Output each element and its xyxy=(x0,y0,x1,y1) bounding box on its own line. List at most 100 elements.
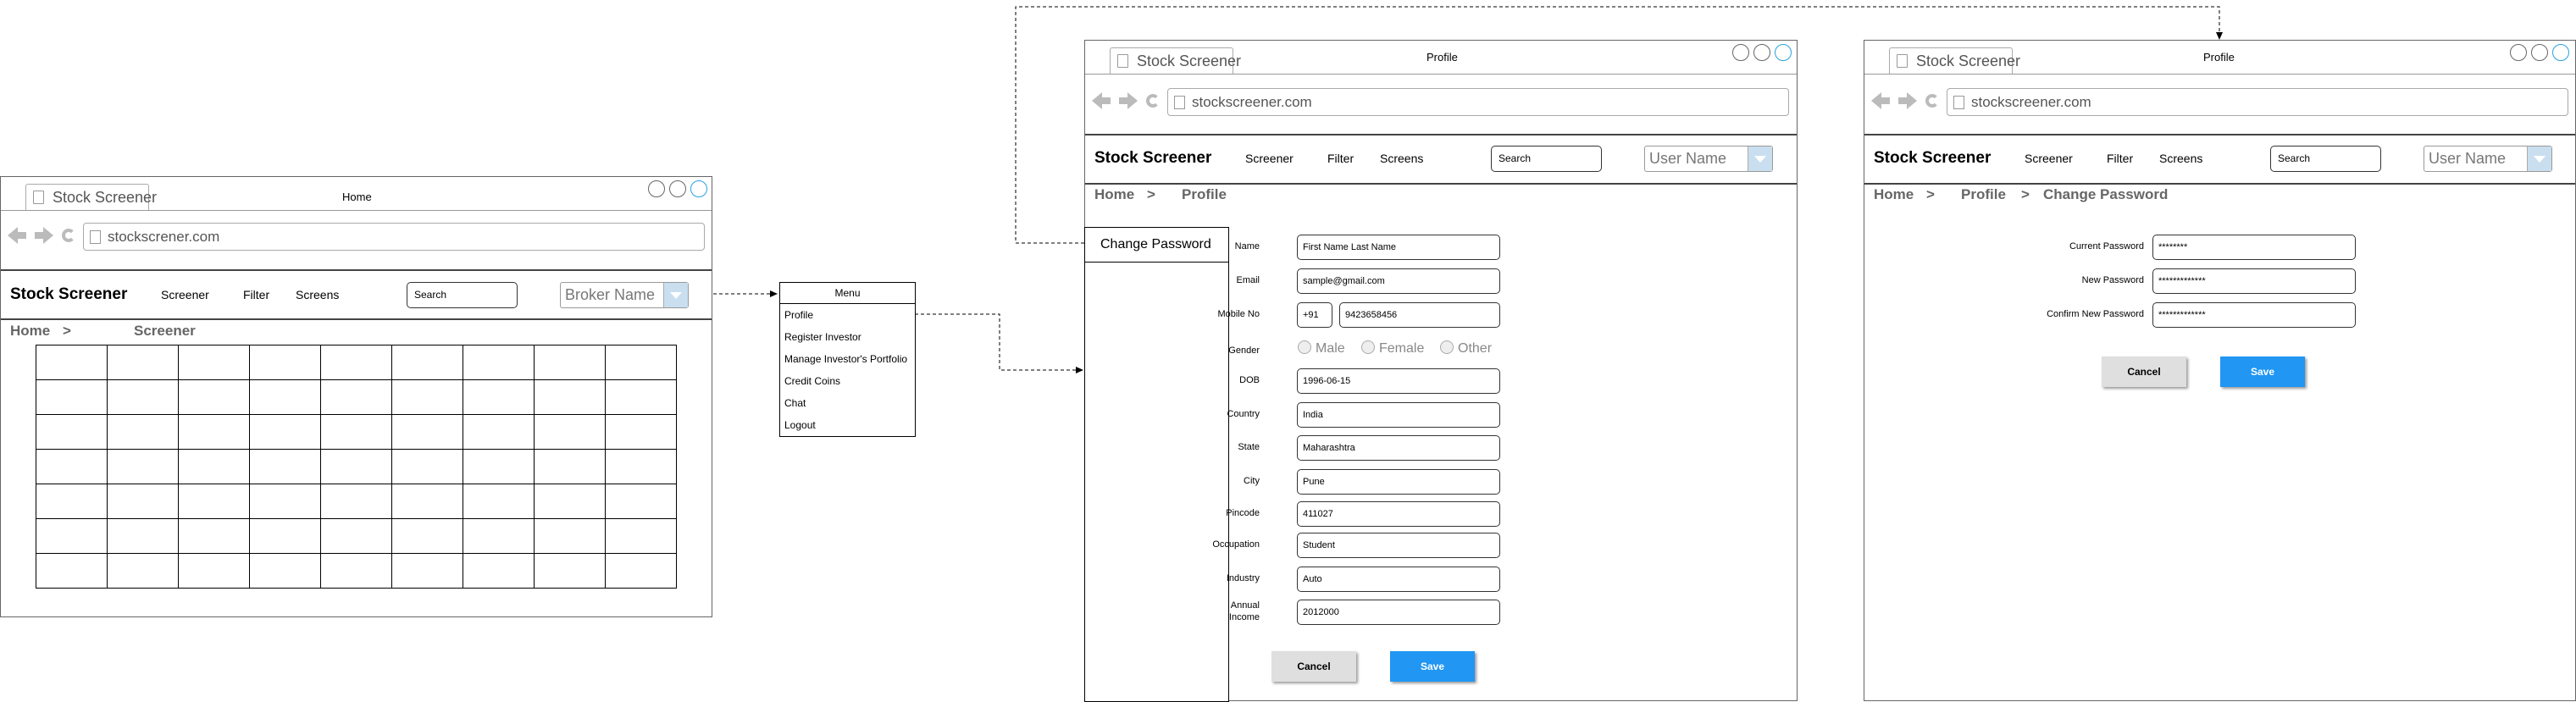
nav-screener[interactable]: Screener xyxy=(1245,152,1294,165)
page-icon xyxy=(1174,96,1185,109)
connector-menu-profile-to-profile-page xyxy=(915,313,1083,373)
table-row xyxy=(36,484,677,519)
document-icon xyxy=(1897,54,1908,68)
radio-label: Other xyxy=(1458,341,1493,356)
breadcrumb-screener[interactable]: Screener xyxy=(134,323,196,340)
broker-name-dropdown[interactable]: Broker Name xyxy=(560,282,689,308)
user-name-dropdown[interactable]: User Name xyxy=(1644,146,1773,172)
maximize-button[interactable] xyxy=(669,180,686,197)
forward-arrow-stem xyxy=(1898,97,1907,104)
email-field[interactable]: sample@gmail.com xyxy=(1297,268,1500,294)
navbar-divider xyxy=(1864,183,2575,185)
field-label-line2: Income xyxy=(1228,612,1260,622)
back-arrow-icon[interactable] xyxy=(8,227,18,244)
minimize-button[interactable] xyxy=(648,180,665,197)
tab-label: Stock Screener xyxy=(1916,53,2021,69)
new-password-field[interactable]: ************* xyxy=(2152,268,2356,294)
navbar-divider xyxy=(1085,183,1797,185)
annual-income-field[interactable]: 2012000 xyxy=(1297,600,1500,625)
current-password-field[interactable]: ******** xyxy=(2152,235,2356,260)
save-button[interactable]: Save xyxy=(2220,357,2305,387)
state-field[interactable]: Maharashtra xyxy=(1297,435,1500,461)
breadcrumb-profile[interactable]: Profile xyxy=(1182,186,1227,203)
tab-divider xyxy=(1085,74,1797,75)
search-input[interactable]: Search xyxy=(407,282,518,308)
maximize-button[interactable] xyxy=(1753,44,1770,61)
maximize-button[interactable] xyxy=(2531,44,2548,61)
page-icon xyxy=(1953,96,1964,109)
address-bar[interactable]: stockscrener.com xyxy=(83,223,705,251)
close-button[interactable] xyxy=(2552,44,2569,61)
name-field[interactable]: First Name Last Name xyxy=(1297,235,1500,260)
minimize-button[interactable] xyxy=(2510,44,2527,61)
reload-icon[interactable] xyxy=(62,229,75,242)
forward-arrow-icon[interactable] xyxy=(1127,92,1138,109)
breadcrumb-change-password: Change Password xyxy=(2043,186,2169,202)
table-row xyxy=(36,518,677,554)
breadcrumb-home[interactable]: Home xyxy=(1094,186,1134,203)
reload-icon[interactable] xyxy=(1146,94,1160,108)
nav-screener[interactable]: Screener xyxy=(2025,152,2073,165)
chevron-down-icon[interactable] xyxy=(1748,146,1772,171)
search-input[interactable]: Search xyxy=(1491,146,1602,172)
field-label: Current Password xyxy=(2069,241,2144,252)
address-bar[interactable]: stockscreener.com xyxy=(1947,88,2568,116)
save-button[interactable]: Save xyxy=(1390,651,1475,682)
nav-filter[interactable]: Filter xyxy=(243,288,269,301)
country-field[interactable]: India xyxy=(1297,402,1500,428)
reload-icon[interactable] xyxy=(1925,94,1939,108)
back-arrow-stem xyxy=(1881,97,1890,104)
search-input[interactable]: Search xyxy=(2270,146,2381,172)
field-label: Occupation xyxy=(1212,539,1260,550)
menu-item-register-investor[interactable]: Register Investor xyxy=(780,326,915,348)
chevron-down-icon[interactable] xyxy=(2527,146,2551,171)
mobile-field[interactable]: 9423658456 xyxy=(1339,302,1500,328)
nav-filter[interactable]: Filter xyxy=(1327,152,1354,165)
user-name-dropdown[interactable]: User Name xyxy=(2424,146,2552,172)
radio-circle-icon xyxy=(1361,340,1375,354)
dob-field[interactable]: 1996-06-15 xyxy=(1297,368,1500,394)
breadcrumb-profile[interactable]: Profile xyxy=(1961,186,2006,203)
chevron-down-icon[interactable] xyxy=(663,283,688,307)
radio-label: Male xyxy=(1316,341,1345,356)
nav-screens[interactable]: Screens xyxy=(296,288,339,301)
breadcrumb-home[interactable]: Home xyxy=(1874,186,1914,203)
menu-item-logout[interactable]: Logout xyxy=(780,414,915,436)
user-menu: Menu Profile Register Investor Manage In… xyxy=(779,282,916,437)
breadcrumb-home[interactable]: Home xyxy=(10,323,50,340)
menu-item-profile[interactable]: Profile xyxy=(780,304,915,326)
changepw-browser-tab[interactable]: Stock Screener xyxy=(1889,47,2020,75)
gender-radio-other[interactable]: Other xyxy=(1440,340,1492,357)
nav-screens[interactable]: Screens xyxy=(2159,152,2202,165)
nav-screener[interactable]: Screener xyxy=(161,288,209,301)
address-bar[interactable]: stockscreener.com xyxy=(1167,88,1789,116)
menu-item-manage-portfolio[interactable]: Manage Investor's Portfolio xyxy=(780,348,915,370)
gender-radio-male[interactable]: Male xyxy=(1298,340,1345,357)
cancel-button[interactable]: Cancel xyxy=(2102,357,2186,387)
close-button[interactable] xyxy=(1775,44,1792,61)
minimize-button[interactable] xyxy=(1732,44,1749,61)
confirm-password-field[interactable]: ************* xyxy=(2152,302,2356,328)
city-field[interactable]: Pune xyxy=(1297,469,1500,495)
field-label: Pincode xyxy=(1226,508,1260,518)
pincode-field[interactable]: 411027 xyxy=(1297,501,1500,527)
cancel-button[interactable]: Cancel xyxy=(1271,651,1356,682)
profile-browser-tab[interactable]: Stock Screener xyxy=(1110,47,1241,75)
forward-arrow-icon[interactable] xyxy=(1907,92,1917,109)
nav-screens[interactable]: Screens xyxy=(1380,152,1423,165)
gender-radio-female[interactable]: Female xyxy=(1361,340,1424,357)
nav-filter[interactable]: Filter xyxy=(2107,152,2133,165)
industry-field[interactable]: Auto xyxy=(1297,567,1500,592)
close-button[interactable] xyxy=(690,180,707,197)
tab-divider xyxy=(1864,74,2575,75)
home-browser-tab[interactable]: Stock Screener xyxy=(25,184,157,211)
back-arrow-icon[interactable] xyxy=(1871,92,1881,109)
back-arrow-icon[interactable] xyxy=(1092,92,1102,109)
field-label: Country xyxy=(1227,409,1260,419)
occupation-field[interactable]: Student xyxy=(1297,533,1500,558)
country-code-field[interactable]: +91 xyxy=(1297,302,1332,328)
toolbar-divider xyxy=(1864,134,2575,135)
menu-item-credit-coins[interactable]: Credit Coins xyxy=(780,370,915,392)
menu-item-chat[interactable]: Chat xyxy=(780,392,915,414)
forward-arrow-icon[interactable] xyxy=(43,227,53,244)
